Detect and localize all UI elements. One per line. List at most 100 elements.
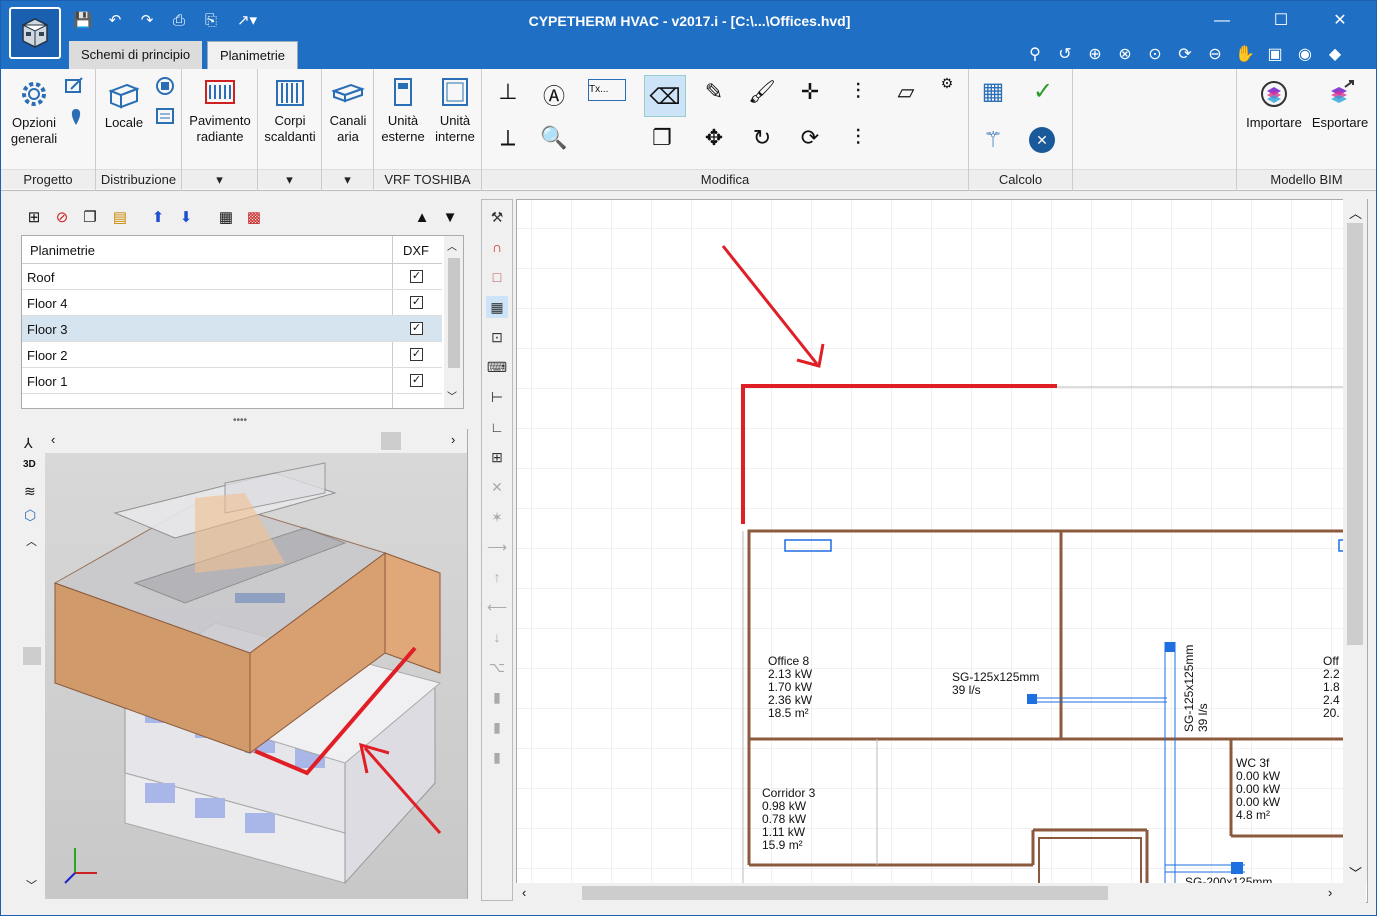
pavimento-radiante-button[interactable]: Pavimento radiante	[186, 75, 254, 145]
move-copy-icon[interactable]: ✥	[700, 125, 728, 153]
room-list-icon[interactable]	[154, 105, 176, 127]
text-search-icon[interactable]: 🔍	[540, 125, 568, 153]
dxf-checkbox[interactable]: ✓	[410, 322, 423, 335]
corpi-scaldanti-button[interactable]: Corpi scaldanti	[262, 75, 318, 145]
move-down-icon[interactable]: ⬇	[175, 207, 197, 229]
collapse-up-icon[interactable]: ▲	[411, 207, 433, 229]
scroll-thumb[interactable]	[23, 647, 41, 665]
dimension-vertical-icon[interactable]: ⟂	[494, 125, 522, 153]
app-logo-icon[interactable]	[9, 7, 61, 59]
dimension-icon[interactable]: ⊥	[494, 79, 522, 107]
scroll-right-icon[interactable]: ›	[1328, 885, 1332, 900]
opzioni-generali-button[interactable]: Opzioni generali	[7, 77, 61, 147]
cube-icon[interactable]: ⬡	[24, 507, 36, 524]
copy-layer-icon[interactable]: ❐	[79, 207, 101, 229]
tab-planimetrie[interactable]: Planimetrie	[207, 41, 299, 69]
close-button[interactable]: ✕	[1323, 9, 1357, 33]
binoculars-icon[interactable]: ⚲	[1023, 43, 1047, 67]
scroll-left-icon[interactable]: ‹	[522, 885, 526, 900]
delete-layer-icon[interactable]: ⊘	[51, 207, 73, 229]
text-move-icon[interactable]: Ⓐ	[540, 79, 568, 109]
pavimento-dropdown-icon[interactable]: ▾	[182, 169, 257, 189]
scroll-down-icon[interactable]: ﹀	[1349, 863, 1362, 882]
eraser-icon[interactable]: ⌫	[644, 75, 686, 117]
cancel-circle-icon[interactable]: ✕	[1029, 127, 1055, 153]
tab-schemi[interactable]: Schemi di principio	[69, 41, 203, 69]
location-pin-icon[interactable]	[67, 107, 85, 129]
locale-button[interactable]: Locale	[100, 77, 148, 131]
rotate-copy-icon[interactable]: ↻	[748, 125, 776, 153]
zoom-window-icon[interactable]: ⊙	[1143, 43, 1167, 67]
move-up-icon[interactable]: ⬆	[147, 207, 169, 229]
zoom-all-icon[interactable]: ⊕	[1083, 43, 1107, 67]
layer-row[interactable]: Roof ✓	[22, 264, 442, 290]
globe-icon[interactable]: ◉	[1293, 43, 1317, 67]
minimize-button[interactable]: —	[1205, 9, 1239, 33]
unita-esterne-button[interactable]: Unità esterne	[378, 75, 428, 145]
layers-stack-icon[interactable]: ≋	[24, 483, 36, 500]
scroll-thumb[interactable]	[582, 886, 1108, 900]
duct-label-horizontal[interactable]: SG-125x125mm 39 l/s	[952, 671, 1039, 697]
3d-building-render[interactable]	[45, 453, 467, 899]
layers-scrollbar[interactable]: ︿ ﹀	[444, 236, 463, 408]
scroll-down-icon[interactable]: ﹀	[447, 388, 457, 403]
canvas-vscrollbar[interactable]: ︿ ﹀	[1343, 199, 1367, 883]
dxf-checkbox[interactable]: ✓	[410, 296, 423, 309]
new-layer-icon[interactable]: ⊞	[23, 207, 45, 229]
zoom-out-icon[interactable]: ⊖	[1203, 43, 1227, 67]
dxf-edit-icon[interactable]: ▩	[243, 207, 265, 229]
esportare-button[interactable]: Esportare	[1307, 77, 1373, 131]
dxf-checkbox[interactable]: ✓	[410, 374, 423, 387]
scroll-right-icon[interactable]: ›	[451, 432, 455, 447]
axes-icon[interactable]: ⅄	[24, 435, 33, 452]
room-label-wc3f[interactable]: WC 3f 0.00 kW 0.00 kW 0.00 kW 4.8 m²	[1236, 757, 1280, 822]
canali-dropdown-icon[interactable]: ▾	[322, 169, 373, 189]
3d-icon[interactable]: 3D	[23, 459, 36, 470]
check-cross-icon[interactable]: ✓	[1029, 77, 1057, 105]
tools-icon[interactable]: ⚒	[486, 206, 508, 228]
splitter-handle[interactable]: ••••	[233, 415, 247, 426]
mirror-copy-icon[interactable]: ⫶	[844, 125, 872, 153]
room-label-office8[interactable]: Office 8 2.13 kW 1.70 kW 2.36 kW 18.5 m²	[768, 655, 812, 720]
scroll-up-icon[interactable]: ︿	[26, 533, 37, 549]
layer-row-selected[interactable]: Floor 3 ✓	[22, 316, 442, 342]
layer-row[interactable]: Floor 2 ✓	[22, 342, 442, 368]
room-settings-icon[interactable]	[154, 75, 176, 97]
magic-wand-icon[interactable]: ⚚	[979, 127, 1007, 155]
collapse-down-icon[interactable]: ▼	[439, 207, 461, 229]
scroll-up-icon[interactable]: ︿	[447, 238, 457, 253]
magnet-icon[interactable]: ∩	[486, 236, 508, 258]
copy-icon[interactable]: ❐	[648, 125, 676, 153]
pan-hand-icon[interactable]: ✋	[1233, 43, 1257, 67]
dxf-checkbox[interactable]: ✓	[410, 270, 423, 283]
canali-aria-button[interactable]: Canali aria	[324, 75, 372, 145]
room-label-corridor3[interactable]: Corridor 3 0.98 kW 0.78 kW 1.11 kW 15.9 m²	[762, 787, 815, 852]
square-icon[interactable]: □	[486, 266, 508, 288]
3d-hscrollbar[interactable]: ‹ ›	[45, 429, 467, 453]
unita-interne-button[interactable]: Unità interne	[430, 75, 480, 145]
canvas-hscrollbar[interactable]: ‹ ›	[516, 883, 1366, 903]
layers-icon[interactable]: ▱	[892, 79, 920, 107]
grid-icon[interactable]: ▦	[486, 296, 508, 318]
floor-plan-canvas[interactable]: Office 8 2.13 kW 1.70 kW 2.36 kW 18.5 m² Cor…	[516, 199, 1368, 903]
dxf-icon[interactable]: ▦	[215, 207, 237, 229]
pencil-icon[interactable]: ✎	[700, 79, 728, 107]
mirror-icon[interactable]: ⫶	[844, 79, 872, 107]
move-icon[interactable]: ✛	[796, 79, 824, 107]
zoom-previous-icon[interactable]: ↺	[1053, 43, 1077, 67]
scroll-down-icon[interactable]: ﹀	[26, 877, 37, 893]
rotate-icon[interactable]: ⟳	[796, 125, 824, 153]
zoom-x2-icon[interactable]: ⊗	[1113, 43, 1137, 67]
calculator-icon[interactable]: ▦	[979, 77, 1007, 105]
scroll-thumb[interactable]	[381, 432, 401, 450]
keyboard-icon[interactable]: ⌨	[486, 356, 508, 378]
dxf-checkbox[interactable]: ✓	[410, 348, 423, 361]
brush-icon[interactable]: 🖌	[748, 79, 776, 107]
refresh-icon[interactable]: ⟳	[1173, 43, 1197, 67]
layer-row[interactable]: Floor 4 ✓	[22, 290, 442, 316]
snap-icon[interactable]: ⊡	[486, 326, 508, 348]
angle-icon[interactable]: ∟	[486, 416, 508, 438]
text-box-icon[interactable]: Tx...	[588, 79, 626, 101]
transform-icon[interactable]: ⊞	[486, 446, 508, 468]
importare-button[interactable]: Importare	[1241, 77, 1307, 131]
